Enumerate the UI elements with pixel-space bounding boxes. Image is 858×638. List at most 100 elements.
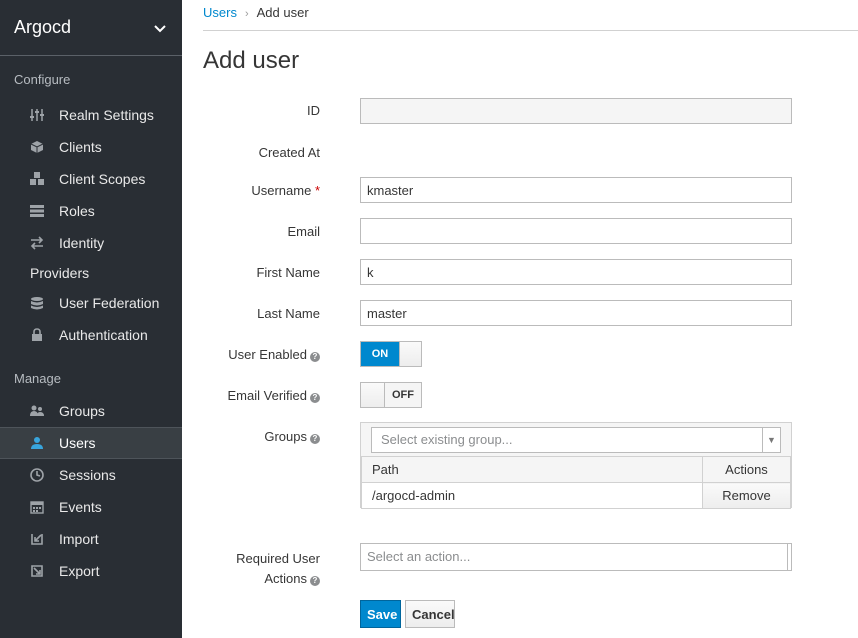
user-enabled-toggle[interactable]: ON <box>360 341 422 367</box>
sidebar-item-label: Client Scopes <box>59 171 146 187</box>
sidebar-item-events[interactable]: Events <box>0 491 182 523</box>
sidebar-item-import[interactable]: Import <box>0 523 182 555</box>
main-content: Users › Add user Add user ID Created At Us… <box>182 0 858 638</box>
sidebar-item-authentication[interactable]: Authentication <box>0 319 182 351</box>
realm-selector[interactable]: Argocd <box>0 0 182 56</box>
import-icon <box>30 532 44 546</box>
help-icon[interactable]: ? <box>310 434 320 444</box>
chevron-down-icon <box>154 20 166 36</box>
sidebar-item-label: Clients <box>59 139 102 155</box>
groups-table: Path Actions /argocd-admin Remove <box>361 456 791 509</box>
required-actions-placeholder: Select an action... <box>367 549 471 564</box>
sidebar-item-label: Events <box>59 499 102 515</box>
email-verified-label-text: Email Verified <box>227 388 307 403</box>
sidebar-item-label: Authentication <box>59 327 148 343</box>
groups-label-text: Groups <box>264 429 307 444</box>
sidebar-item-label: Realm Settings <box>59 107 154 123</box>
users-icon <box>30 404 44 418</box>
breadcrumb-current: Add user <box>256 5 309 20</box>
remove-group-button[interactable]: Remove <box>702 482 791 509</box>
sidebar-item-realm-settings[interactable]: Realm Settings <box>0 99 182 131</box>
toggle-knob <box>361 383 385 407</box>
sidebar-item-sessions[interactable]: Sessions <box>0 459 182 491</box>
help-icon[interactable]: ? <box>310 393 320 403</box>
required-actions-select[interactable]: Select an action... <box>360 543 792 571</box>
select-end-divider <box>787 544 788 570</box>
save-button[interactable]: Save <box>360 600 401 628</box>
database-icon <box>30 296 44 310</box>
sidebar-item-client-scopes[interactable]: Client Scopes <box>0 163 182 195</box>
sidebar-item-groups[interactable]: Groups <box>0 395 182 427</box>
last-name-field[interactable] <box>360 300 792 326</box>
id-field[interactable] <box>360 98 792 124</box>
sliders-icon <box>30 108 44 122</box>
list-icon <box>30 204 44 218</box>
help-icon[interactable]: ? <box>310 576 320 586</box>
last-name-label: Last Name <box>257 306 320 321</box>
cancel-button[interactable]: Cancel <box>405 600 455 628</box>
calendar-icon <box>30 500 44 514</box>
manage-section-title: Manage <box>14 371 61 386</box>
email-verified-toggle[interactable]: OFF <box>360 382 422 408</box>
toggle-state-on: ON <box>361 342 399 366</box>
sidebar-item-label: Roles <box>59 203 95 219</box>
user-enabled-label-text: User Enabled <box>228 347 307 362</box>
username-label: Username * <box>251 183 320 198</box>
sidebar-item-users[interactable]: Users <box>0 427 182 459</box>
caret-down-icon: ▼ <box>762 428 780 452</box>
breadcrumb-divider <box>203 30 858 31</box>
id-label: ID <box>307 103 320 118</box>
clock-icon <box>30 468 44 482</box>
groups-label: Groups? <box>264 429 320 444</box>
sidebar-item-clients[interactable]: Clients <box>0 131 182 163</box>
first-name-label: First Name <box>256 265 320 280</box>
email-verified-label: Email Verified? <box>228 388 320 403</box>
username-field[interactable] <box>360 177 792 203</box>
column-header-path: Path <box>361 456 703 483</box>
page-title: Add user <box>203 47 300 74</box>
first-name-field[interactable] <box>360 259 792 285</box>
group-select[interactable]: Select existing group... ▼ <box>371 427 781 453</box>
user-icon <box>30 436 44 450</box>
sidebar-item-label: Users <box>59 435 96 451</box>
created-at-label: Created At <box>258 145 320 160</box>
sidebar-item-label: Import <box>59 531 99 547</box>
export-icon <box>30 564 44 578</box>
toggle-knob <box>399 342 421 366</box>
sidebar-item-label: Export <box>59 563 100 579</box>
sidebar-item-label: Identity <box>59 235 105 251</box>
username-label-text: Username <box>251 183 312 198</box>
sidebar-item-user-federation[interactable]: User Federation <box>0 287 182 319</box>
user-enabled-label: User Enabled? <box>228 347 320 362</box>
group-select-placeholder: Select existing group... <box>381 432 513 447</box>
help-icon[interactable]: ? <box>310 352 320 362</box>
breadcrumb-separator-icon: › <box>244 8 249 20</box>
required-actions-label-line2: Actions <box>264 571 307 586</box>
realm-name: Argocd <box>14 17 72 37</box>
lock-icon <box>30 328 44 342</box>
sidebar-item-label: Groups <box>59 403 105 419</box>
sidebar-item-label: User Federation <box>59 295 160 311</box>
breadcrumb-users-link[interactable]: Users <box>203 5 237 20</box>
cubes-icon <box>30 172 44 186</box>
email-label: Email <box>287 224 320 239</box>
column-header-actions: Actions <box>702 456 791 483</box>
sidebar-item-label-continued: Providers <box>30 265 90 281</box>
required-marker: * <box>314 183 320 198</box>
cube-icon <box>30 140 44 154</box>
table-row: /argocd-admin Remove <box>361 482 791 509</box>
sidebar-item-roles[interactable]: Roles <box>0 195 182 227</box>
toggle-state-off: OFF <box>385 383 421 407</box>
groups-panel: Select existing group... ▼ Path Actions … <box>360 422 792 509</box>
required-actions-label-line1: Required User <box>236 551 320 566</box>
exchange-icon <box>30 236 44 250</box>
breadcrumb: Users › Add user <box>203 5 309 20</box>
required-actions-label: Required User Actions? <box>236 549 320 589</box>
sidebar-item-identity-providers[interactable]: Identity Providers <box>0 227 182 287</box>
sidebar-item-label: Sessions <box>59 467 116 483</box>
sidebar-item-export[interactable]: Export <box>0 555 182 587</box>
group-path: /argocd-admin <box>361 482 703 509</box>
sidebar: Argocd Configure Realm Settings Clients … <box>0 0 182 638</box>
configure-section-title: Configure <box>14 72 71 87</box>
email-field[interactable] <box>360 218 792 244</box>
